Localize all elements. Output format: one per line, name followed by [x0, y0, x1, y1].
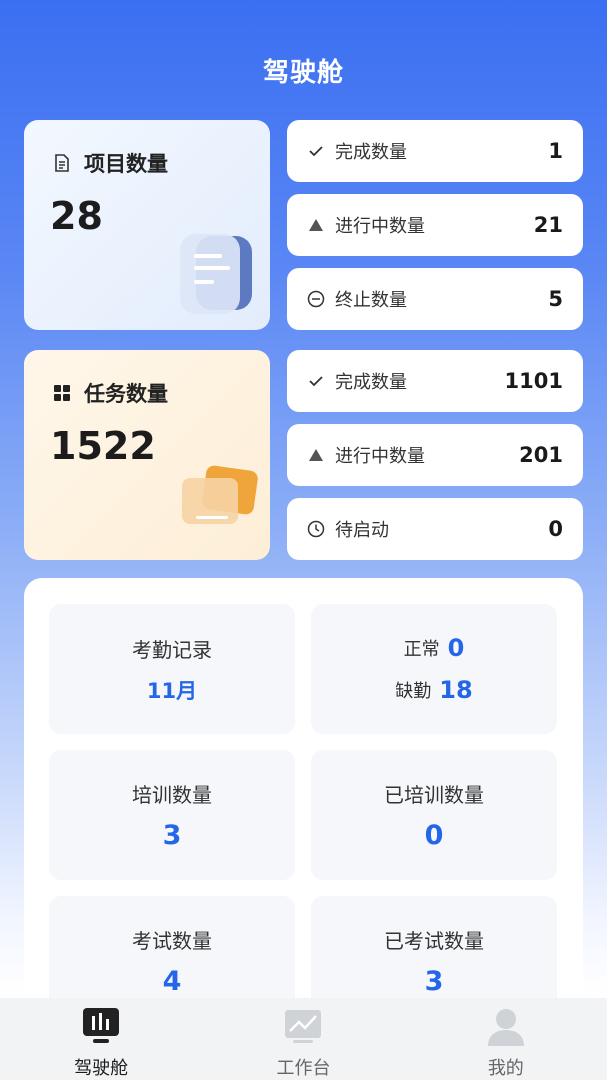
user-icon [486, 1006, 526, 1046]
grid-icon [52, 383, 72, 403]
check-icon [307, 372, 325, 390]
absent-label: 缺勤 [395, 681, 432, 702]
task-count-header: 任务数量 [52, 378, 168, 408]
document-icon [52, 153, 72, 173]
trained-tile[interactable]: 已培训数量 0 [311, 750, 557, 880]
normal-row: 正常 0 [404, 634, 465, 662]
exam-label: 考试数量 [132, 929, 212, 953]
task-count-card[interactable]: 任务数量 1522 [24, 350, 270, 560]
stat-value: 1101 [504, 369, 563, 393]
training-label: 培训数量 [132, 783, 212, 807]
project-stat-in-progress[interactable]: 进行中数量 21 [287, 194, 583, 256]
document-stack-icon [174, 228, 270, 330]
project-count-value: 28 [50, 194, 103, 238]
project-count-header: 项目数量 [52, 148, 168, 178]
stat-value: 201 [519, 443, 563, 467]
stats-panel: 考勤记录 11月 正常 0 缺勤 18 培训数量 3 已培训数量 0 考试数量 … [24, 578, 583, 1026]
triangle-icon [307, 216, 325, 234]
tab-dashboard[interactable]: 驾驶舱 [0, 998, 202, 1080]
clock-icon [307, 520, 325, 538]
stat-label: 进行中数量 [335, 446, 425, 467]
stat-label: 完成数量 [335, 142, 407, 163]
task-stat-completed[interactable]: 完成数量 1101 [287, 350, 583, 412]
stat-label: 待启动 [335, 520, 389, 541]
tab-bar: 驾驶舱 工作台 我的 [0, 998, 607, 1080]
tab-workbench[interactable]: 工作台 [202, 998, 404, 1080]
task-stat-in-progress[interactable]: 进行中数量 201 [287, 424, 583, 486]
absent-row: 缺勤 18 [395, 676, 472, 704]
project-count-card[interactable]: 项目数量 28 [24, 120, 270, 330]
exam-value: 4 [162, 966, 182, 997]
task-count-value: 1522 [50, 424, 156, 468]
project-stat-completed[interactable]: 完成数量 1 [287, 120, 583, 182]
stat-value: 21 [533, 213, 563, 237]
chart-icon [283, 1006, 323, 1046]
task-stat-pending[interactable]: 待启动 0 [287, 498, 583, 560]
triangle-icon [307, 446, 325, 464]
tab-label: 工作台 [276, 1058, 331, 1079]
attendance-label: 考勤记录 [132, 637, 212, 662]
minus-circle-icon [307, 290, 325, 308]
examined-value: 3 [424, 966, 444, 997]
stat-label: 进行中数量 [335, 216, 425, 237]
tab-mine[interactable]: 我的 [405, 998, 607, 1080]
task-count-label: 任务数量 [84, 382, 168, 406]
normal-label: 正常 [403, 639, 440, 660]
training-tile[interactable]: 培训数量 3 [49, 750, 295, 880]
tab-label: 我的 [487, 1058, 524, 1079]
project-count-label: 项目数量 [84, 152, 168, 176]
page-title: 驾驶舱 [262, 58, 344, 88]
attendance-tile[interactable]: 考勤记录 11月 [49, 604, 295, 734]
dashboard-icon [81, 1006, 121, 1046]
stat-value: 1 [548, 139, 563, 163]
examined-label: 已考试数量 [384, 929, 484, 953]
stat-value: 0 [548, 517, 563, 541]
trained-label: 已培训数量 [384, 783, 484, 807]
check-icon [307, 142, 325, 160]
attendance-month: 11月 [146, 678, 198, 703]
project-stat-terminated[interactable]: 终止数量 5 [287, 268, 583, 330]
normal-value: 0 [447, 634, 465, 662]
stat-value: 5 [548, 287, 563, 311]
stat-label: 完成数量 [335, 372, 407, 393]
trained-value: 0 [424, 820, 444, 851]
absent-value: 18 [439, 676, 473, 704]
attendance-status-tile[interactable]: 正常 0 缺勤 18 [311, 604, 557, 734]
tab-label: 驾驶舱 [74, 1058, 129, 1079]
task-stack-icon [174, 462, 270, 546]
stat-label: 终止数量 [335, 290, 407, 311]
training-value: 3 [162, 820, 182, 851]
